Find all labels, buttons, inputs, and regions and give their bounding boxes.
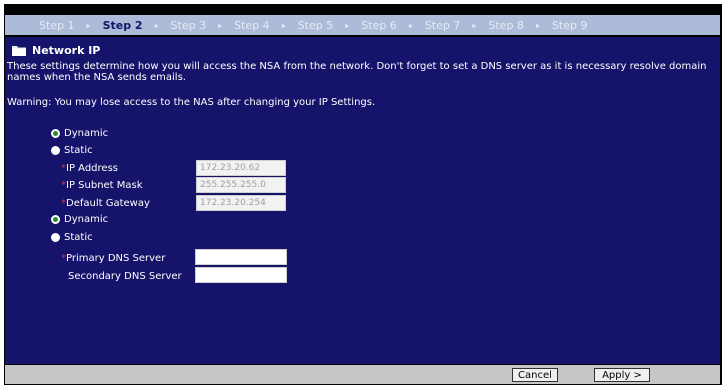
ip-dynamic-option[interactable]: Dynamic [51,128,108,139]
step-separator-icon: ▸ [345,20,350,30]
ip-address-field[interactable]: 172.23.20.62 [196,160,286,176]
primary-dns-label: *Primary DNS Server [61,253,166,264]
wizard-step-3: Step 3 [170,18,207,32]
ip-dynamic-label: Dynamic [64,128,109,139]
wizard-window: Step 1 ▸ Step 2 ▸ Step 3 ▸ Step 4 ▸ Step 5 ▸ Step … [4,4,722,385]
wizard-step-6: Step 6 [361,18,397,32]
page-description: These settings determine how you will ac… [7,61,707,83]
gateway-field[interactable]: 172.23.20.254 [196,195,286,211]
primary-dns-input[interactable] [195,249,287,265]
dns-static-radio[interactable] [51,233,60,242]
subnet-mask-label: *IP Subnet Mask [61,180,143,191]
dns-dynamic-option[interactable]: Dynamic [51,214,108,225]
subnet-mask-field[interactable]: 255.255.255.0 [196,177,286,193]
ip-dynamic-radio[interactable] [51,129,60,138]
ip-address-label: *IP Address [61,163,118,174]
warning-text: Warning: You may lose access to the NAS … [7,97,376,108]
wizard-step-7: Step 7 [424,18,461,32]
gateway-label: *Default Gateway [61,198,150,209]
step-separator-icon: ▸ [281,20,286,30]
ip-static-option[interactable]: Static [51,145,93,156]
wizard-step-1: Step 1 [39,18,75,32]
dns-dynamic-label: Dynamic [64,214,109,225]
wizard-step-8: Step 8 [488,18,524,32]
wizard-step-5: Step 5 [297,18,334,32]
step-separator-icon: ▸ [86,20,91,30]
top-border [4,4,722,6]
wizard-step-9: Step 9 [551,18,588,32]
dns-dynamic-radio[interactable] [51,215,60,224]
page-title: Network IP [32,44,101,57]
step-separator-icon: ▸ [154,20,159,30]
step-separator-icon: ▸ [535,20,540,30]
wizard-step-4: Step 4 [234,18,270,32]
secondary-dns-input[interactable] [195,267,287,283]
step-separator-icon: ▸ [408,20,413,30]
page-header: Network IP [12,44,100,57]
button-bar: Cancel Apply > [5,365,720,384]
secondary-dns-label: Secondary DNS Server [68,271,182,282]
ip-static-radio[interactable] [51,146,60,155]
apply-button[interactable]: Apply > [594,368,650,382]
cancel-button[interactable]: Cancel [512,368,558,382]
wizard-step-2: Step 2 [102,18,143,32]
step-separator-icon: ▸ [218,20,223,30]
dns-static-label: Static [64,232,93,243]
ip-static-label: Static [64,145,93,156]
dns-static-option[interactable]: Static [51,232,93,243]
step-bar: Step 1 ▸ Step 2 ▸ Step 3 ▸ Step 4 ▸ Step 5 ▸ Step … [5,15,720,35]
step-separator-icon: ▸ [472,20,477,30]
network-ip-panel: Network IP These settings determine how … [5,37,720,364]
folder-icon [12,45,26,56]
